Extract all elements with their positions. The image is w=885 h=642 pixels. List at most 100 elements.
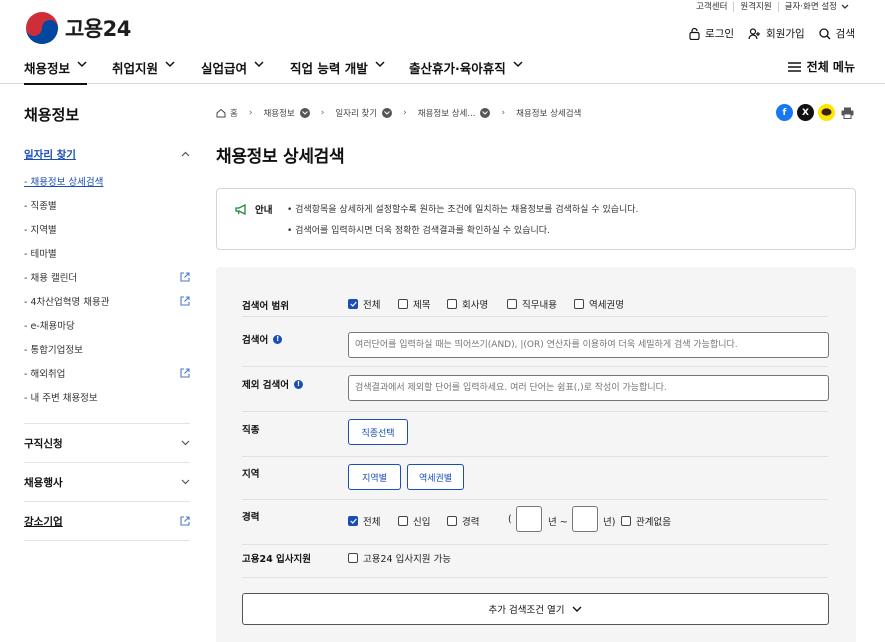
nav-item-maternity-leave[interactable]: 출산휴가·육아휴직: [409, 58, 523, 84]
breadcrumb-home[interactable]: 홈: [216, 107, 238, 119]
sidebar-group-recruit-events[interactable]: 채용행사: [24, 463, 190, 501]
search-form: 검색어 범위 전체 제목 회사명 직무내용 역세권명 검색어! 제외 검색어! …: [216, 267, 856, 642]
sidebar-subitem[interactable]: - e-채용마당: [24, 313, 190, 337]
career-new-checkbox[interactable]: 신입: [398, 514, 430, 528]
print-icon[interactable]: [839, 104, 856, 121]
hamburger-icon: [787, 61, 801, 72]
full-menu-button[interactable]: 전체 메뉴: [787, 58, 855, 75]
sidebar: 채용정보 일자리 찾기 - 채용정보 상세검색 - 직종별 - 지역별 - 테마별 - …: [24, 104, 190, 541]
info-icon[interactable]: !: [273, 334, 283, 344]
sidebar-subitem-label: - 채용 캘린더: [24, 273, 78, 284]
sidebar-submenu: - 채용정보 상세검색 - 직종별 - 지역별 - 테마별 - 채용 캘린더 - 4차산업…: [24, 169, 190, 409]
region-select-button[interactable]: 지역별: [348, 464, 401, 490]
career-from-input[interactable]: [516, 506, 542, 532]
checkbox-label: 직무내용: [522, 300, 557, 311]
signup-link[interactable]: 회원가입: [748, 26, 805, 41]
sidebar-subitem-label: - 내 주변 채용정보: [24, 393, 98, 404]
checkbox-label: 제목: [413, 300, 431, 311]
x-twitter-icon[interactable]: X: [797, 104, 814, 121]
dropdown-icon: [382, 108, 393, 118]
nav-label: 직업 능력 개발: [290, 61, 368, 76]
share-bar: f X: [772, 104, 856, 121]
full-menu-label: 전체 메뉴: [806, 60, 855, 74]
info-icon[interactable]: !: [294, 379, 304, 389]
breadcrumb-detail[interactable]: 채용정보 상세...: [418, 107, 491, 119]
scope-all-checkbox[interactable]: 전체: [348, 297, 380, 311]
sidebar-subitem-label: - 채용정보 상세검색: [24, 177, 104, 188]
taegeuk-emblem-icon: [26, 12, 58, 44]
exclude-label: 제외 검색어!: [242, 377, 304, 391]
scope-duty-checkbox[interactable]: 직무내용: [507, 297, 557, 311]
sidebar-subitem[interactable]: - 해외취업: [24, 361, 190, 385]
chevron-up-icon: [181, 151, 190, 157]
customer-center-link[interactable]: 고객센터: [690, 2, 733, 12]
job-label: 직종: [242, 425, 260, 436]
scope-title-checkbox[interactable]: 제목: [398, 297, 430, 311]
sidebar-subitem[interactable]: - 내 주변 채용정보: [24, 385, 190, 409]
utility-bar: 고객센터 원격지원 글자·화면 설정: [690, 2, 855, 12]
sidebar-subitem[interactable]: - 테마별: [24, 241, 190, 265]
sidebar-subitem[interactable]: - 채용 캘린더: [24, 265, 190, 289]
nav-item-recruit-info[interactable]: 채용정보: [24, 58, 88, 85]
search-link[interactable]: 검색: [819, 26, 855, 41]
sidebar-subitem-label: - 직종별: [24, 201, 57, 212]
sidebar-group-strong-companies[interactable]: 강소기업: [24, 502, 190, 540]
support-checkbox[interactable]: 고용24 입사지원 가능: [348, 551, 451, 565]
sidebar-subitem[interactable]: - 지역별: [24, 217, 190, 241]
nav-item-job-support[interactable]: 취업지원: [112, 58, 175, 84]
site-logo[interactable]: 고용24: [25, 11, 131, 45]
station-select-button[interactable]: 역세권별: [407, 464, 464, 490]
nav-item-unemployment-benefit[interactable]: 실업급여: [201, 58, 264, 84]
sidebar-subitem[interactable]: - 통합기업정보: [24, 337, 190, 361]
chevron-down-icon: [77, 61, 87, 68]
more-conditions-button[interactable]: 추가 검색조건 열기: [242, 593, 829, 625]
keyword-input[interactable]: [348, 332, 829, 358]
breadcrumb-job-search[interactable]: 일자리 찾기: [335, 107, 393, 119]
keyword-row: 검색어!: [242, 317, 829, 367]
career-any-checkbox[interactable]: 관계없음: [621, 514, 671, 528]
home-icon: [216, 108, 226, 118]
chevron-right-icon: ›: [501, 108, 506, 118]
dropdown-icon: [480, 108, 491, 118]
dropdown-icon: [299, 108, 310, 118]
remote-support-link[interactable]: 원격지원: [733, 2, 777, 12]
checkbox-icon: [447, 516, 457, 526]
megaphone-icon: [235, 203, 246, 215]
login-label: 로그인: [705, 28, 735, 40]
career-to-input[interactable]: [572, 506, 598, 532]
sidebar-group: 구직신청: [24, 423, 190, 462]
sidebar-group-label: 일자리 찾기: [24, 148, 76, 161]
career-exp-checkbox[interactable]: 경력: [447, 514, 479, 528]
job-select-button[interactable]: 직종선택: [348, 419, 408, 445]
nav-item-vocational-training[interactable]: 직업 능력 개발: [290, 58, 385, 84]
keyword-label-text: 검색어: [242, 335, 269, 346]
sidebar-subitem[interactable]: - 직종별: [24, 193, 190, 217]
breadcrumb-label: 홈: [230, 109, 238, 119]
chevron-down-icon: [513, 61, 523, 68]
breadcrumb-label: 채용정보 상세검색: [516, 109, 582, 119]
career-label: 경력: [242, 512, 260, 523]
scope-station-checkbox[interactable]: 역세권명: [574, 297, 624, 311]
sidebar-subitem[interactable]: - 4차산업혁명 채용관: [24, 289, 190, 313]
breadcrumb-recruit-info[interactable]: 채용정보: [263, 107, 310, 119]
notice-label: 안내: [235, 202, 272, 216]
login-link[interactable]: 로그인: [689, 26, 734, 41]
keyword-label: 검색어!: [242, 332, 283, 346]
job-row: 직종 직종선택: [242, 412, 828, 457]
sidebar-group-job-application[interactable]: 구직신청: [24, 424, 190, 462]
career-all-checkbox[interactable]: 전체: [348, 514, 380, 528]
scope-company-checkbox[interactable]: 회사명: [447, 297, 488, 311]
sidebar-group-job-search[interactable]: 일자리 찾기: [24, 143, 190, 165]
display-settings-link[interactable]: 글자·화면 설정: [777, 2, 855, 12]
kakao-icon[interactable]: [818, 104, 835, 121]
nav-label: 출산휴가·육아휴직: [409, 61, 506, 76]
checkbox-label: 관계없음: [636, 517, 671, 528]
support-row: 고용24 입사지원 고용24 입사지원 가능: [242, 545, 828, 578]
notice-line: • 검색어를 입력하시면 더욱 정확한 검색결과를 확인하실 수 있습니다.: [287, 226, 550, 236]
checked-icon: [348, 516, 358, 526]
career-row: 경력 전체 신입 경력 ( 년 ~ 년) 관계없음: [242, 500, 828, 545]
sidebar-subitem[interactable]: - 채용정보 상세검색: [24, 169, 190, 193]
facebook-icon[interactable]: f: [776, 104, 793, 121]
sidebar-subitem-label: - 테마별: [24, 249, 57, 260]
exclude-input[interactable]: [348, 375, 829, 401]
